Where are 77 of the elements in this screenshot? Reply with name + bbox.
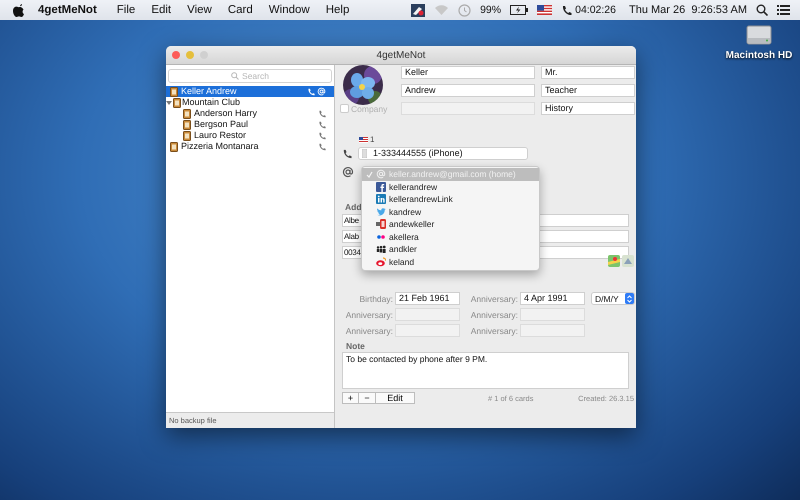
- apple-icon[interactable]: [12, 3, 24, 17]
- edit-button[interactable]: Edit: [375, 392, 415, 404]
- weibo-icon: [376, 256, 386, 267]
- contact-row[interactable]: Mountain Club: [166, 97, 334, 108]
- menu-item[interactable]: akellera: [362, 230, 539, 243]
- search-icon: [231, 72, 240, 80]
- job-field[interactable]: Teacher: [541, 84, 635, 97]
- note-label: Note: [345, 341, 366, 352]
- checkmark-icon: [366, 170, 373, 178]
- close-button[interactable]: [172, 51, 180, 59]
- last-name-field[interactable]: Keller: [401, 66, 535, 79]
- clock-icon[interactable]: [458, 4, 472, 16]
- map-icon[interactable]: [608, 255, 620, 267]
- battery-icon[interactable]: [510, 5, 528, 15]
- menu-item[interactable]: kandrew: [362, 206, 539, 218]
- drive-label[interactable]: Macintosh HD: [726, 50, 792, 61]
- mobile-phone-icon: [362, 149, 367, 158]
- country-code: 1: [370, 135, 374, 144]
- menu-item[interactable]: andkler: [362, 243, 539, 256]
- date-label: Anniversary:: [470, 326, 518, 336]
- app-status-icon[interactable]: [411, 4, 426, 16]
- note-field[interactable]: To be contacted by phone after 9 PM.: [342, 352, 629, 389]
- flag-icon: [359, 136, 368, 142]
- company-label: Company: [351, 104, 388, 114]
- menu-item[interactable]: View: [179, 4, 220, 16]
- menu-item[interactable]: kellerandrewLink: [362, 193, 539, 206]
- bird-icon: [376, 206, 386, 217]
- date-field[interactable]: 21 Feb 1961: [395, 292, 460, 305]
- phone-field[interactable]: 1-333444555 (iPhone): [358, 147, 528, 160]
- list-icon[interactable]: [777, 5, 790, 15]
- date-label: Anniversary:: [344, 310, 393, 320]
- contact-row[interactable]: Lauro Restor: [166, 130, 334, 141]
- phone-icon: [561, 4, 572, 16]
- title-field[interactable]: Mr.: [541, 66, 635, 79]
- date-label: Anniversary:: [470, 310, 518, 320]
- wifi-icon[interactable]: [434, 4, 450, 16]
- address-label: Add: [344, 202, 362, 212]
- add-button[interactable]: +: [342, 392, 359, 404]
- window-title: 4getMeNot: [376, 50, 426, 60]
- menu-item[interactable]: Window: [260, 4, 318, 16]
- app-menu[interactable]: 4getMeNot: [24, 4, 109, 16]
- contact-row[interactable]: Keller Andrew: [166, 86, 334, 97]
- at-icon: [342, 166, 354, 178]
- disclosure-triangle-icon[interactable]: [166, 100, 172, 106]
- linkedin-icon: [376, 194, 386, 204]
- first-name-field[interactable]: Andrew: [401, 84, 535, 97]
- date-label: Anniversary:: [344, 326, 393, 336]
- phone-icon: [342, 148, 352, 158]
- battery-percent[interactable]: 99%: [480, 4, 502, 16]
- search-icon[interactable]: [756, 4, 768, 16]
- company-checkbox[interactable]: [340, 104, 349, 113]
- clock-text[interactable]: Thu Mar 26 9:26:53 AM: [628, 4, 747, 16]
- menu-item[interactable]: Card: [220, 4, 261, 16]
- flag-icon[interactable]: [537, 5, 552, 15]
- date-label: Birthday:: [358, 294, 393, 304]
- at-icon: [376, 169, 386, 180]
- contact-row[interactable]: Pizzeria Montanara: [166, 141, 334, 152]
- date-format-popup[interactable]: D/M/Y: [591, 292, 635, 305]
- contact-row[interactable]: Bergson Paul: [166, 119, 334, 130]
- map-icon[interactable]: [622, 255, 634, 267]
- timer-text[interactable]: 04:02:26: [575, 4, 616, 16]
- people-icon: [376, 244, 386, 254]
- minimize-button[interactable]: [186, 51, 194, 59]
- menu-item[interactable]: Edit: [143, 4, 180, 16]
- contact-row[interactable]: Anderson Harry: [166, 108, 334, 119]
- menu-item[interactable]: andewkeller: [362, 218, 539, 230]
- facebook-icon: [376, 182, 386, 192]
- menu-item[interactable]: Help: [318, 4, 358, 16]
- date-field[interactable]: 4 Apr 1991: [520, 292, 585, 305]
- date-label: Anniversary:: [470, 294, 518, 304]
- menu-item[interactable]: File: [108, 4, 144, 16]
- stepper-icon: [627, 294, 632, 302]
- menu-item[interactable]: keland: [362, 256, 539, 268]
- department-field[interactable]: History: [541, 102, 635, 115]
- video-icon: [376, 219, 386, 230]
- menu-item[interactable]: kellerandrew: [362, 180, 539, 193]
- remove-button[interactable]: −: [358, 392, 376, 404]
